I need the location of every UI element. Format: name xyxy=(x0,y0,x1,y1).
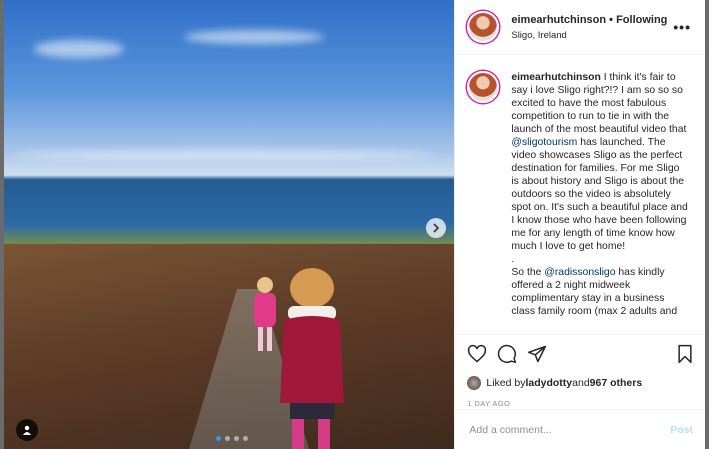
liker-avatar[interactable] xyxy=(467,376,482,390)
comment-bar: Post xyxy=(455,409,705,449)
post-sidebar: eimearhutchinson • Following Sligo, Irel… xyxy=(454,0,705,449)
post-comment-button[interactable]: Post xyxy=(670,424,693,436)
user-tag-icon xyxy=(23,425,31,435)
tagged-users-button[interactable] xyxy=(16,419,38,441)
caption-username[interactable]: eimearhutchinson xyxy=(511,72,601,83)
mention-sligotourism[interactable]: @sligotourism xyxy=(511,137,577,148)
cloud xyxy=(184,30,324,44)
carousel-dot-1 xyxy=(216,436,221,441)
header-username[interactable]: eimearhutchinson xyxy=(511,14,606,26)
caption-dot-line: . xyxy=(511,254,515,265)
heart-icon[interactable] xyxy=(467,344,487,364)
carousel-dot-3 xyxy=(234,436,239,441)
comment-input[interactable] xyxy=(467,422,671,437)
caption-avatar[interactable] xyxy=(467,71,500,103)
likes-count[interactable]: 967 others xyxy=(590,377,643,389)
mention-radissonsligo[interactable]: @radissonsligo xyxy=(544,267,615,278)
caption-text: eimearhutchinson I think it's fair to sa… xyxy=(511,71,689,334)
comment-icon[interactable] xyxy=(497,344,517,364)
action-bar xyxy=(455,334,705,373)
avatar[interactable] xyxy=(467,11,500,43)
location-link[interactable]: Sligo, Ireland xyxy=(511,28,673,44)
post-header: eimearhutchinson • Following Sligo, Irel… xyxy=(455,0,705,55)
cloud xyxy=(14,150,434,160)
likes-middle: and xyxy=(572,377,590,389)
child-big-figure xyxy=(280,268,344,449)
likes-summary: Liked by ladydotty and 967 others xyxy=(455,373,705,393)
chevron-right-icon xyxy=(433,223,440,233)
likes-prefix: Liked by xyxy=(486,377,526,389)
carousel-dot-2 xyxy=(225,436,230,441)
post-photo[interactable] xyxy=(4,0,455,449)
liker-username[interactable]: ladydotty xyxy=(525,377,572,389)
cloud xyxy=(34,40,124,58)
more-options-button[interactable]: ••• xyxy=(673,19,691,35)
caption-text-3: So the xyxy=(511,267,545,278)
follow-status[interactable]: Following xyxy=(616,14,667,26)
next-slide-button[interactable] xyxy=(426,218,447,238)
instagram-post: eimearhutchinson • Following Sligo, Irel… xyxy=(4,0,705,449)
share-icon[interactable] xyxy=(527,344,547,364)
bookmark-icon[interactable] xyxy=(675,344,695,364)
caption-area: eimearhutchinson I think it's fair to sa… xyxy=(455,55,705,334)
header-separator: • xyxy=(606,13,617,26)
carousel-dots xyxy=(216,436,248,441)
caption-text-2: has launched. The video showcases Sligo … xyxy=(511,137,688,252)
carousel-dot-4 xyxy=(243,436,248,441)
